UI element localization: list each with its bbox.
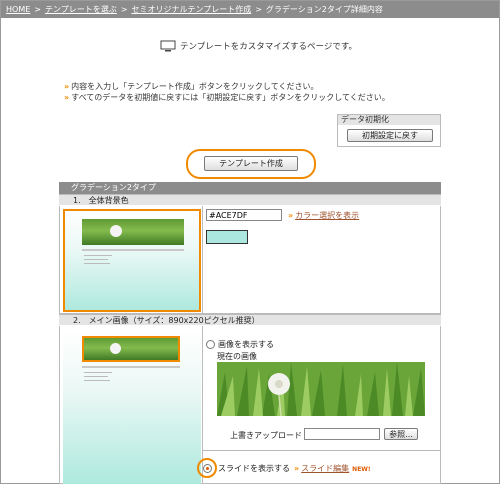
arrow-icon: »	[64, 82, 70, 91]
color-swatch	[206, 230, 248, 244]
data-reset-panel: データ初期化 初期設定に戻す	[337, 114, 441, 147]
upload-file-input[interactable]	[304, 428, 380, 440]
arrow-icon: »	[288, 211, 294, 220]
breadcrumb-separator: >	[120, 5, 128, 14]
preview-header-image	[82, 219, 184, 245]
instructions: » 内容を入力し「テンプレート作成」ボタンをクリックしてください。 » すべてのデー…	[64, 81, 390, 103]
slide-edit-link[interactable]: スライド編集	[301, 464, 349, 473]
new-badge: NEW!	[352, 466, 371, 473]
show-color-picker-link[interactable]: カラー選択を表示	[295, 211, 359, 220]
slide-option: スライドを表示する » スライド編集 NEW!	[218, 463, 371, 474]
color-picker-link: » カラー選択を表示	[288, 210, 359, 221]
overwrite-upload-label: 上書きアップロード	[230, 431, 302, 440]
background-preview-thumbnail	[63, 209, 201, 312]
show-image-radio[interactable]	[206, 340, 215, 349]
breadcrumb-separator: >	[34, 5, 41, 14]
breadcrumb: HOME > テンプレートを選ぶ > セミオリジナルテンプレート作成 > グラデーション2タ…	[1, 1, 499, 18]
browse-button[interactable]: 参照...	[384, 428, 418, 440]
reset-panel-heading: データ初期化	[338, 115, 440, 125]
instruction-line: » すべてのデータを初期値に戻すには「初期設定に戻す」ボタンをクリックしてください…	[64, 93, 390, 102]
main-image-preview-thumbnail	[63, 330, 201, 484]
breadcrumb-home[interactable]: HOME	[6, 5, 30, 14]
page-intro: テンプレートをカスタマイズするページです。	[160, 38, 357, 54]
show-image-label: 画像を表示する	[218, 340, 274, 349]
breadcrumb-semi-original[interactable]: セミオリジナルテンプレート作成	[131, 5, 251, 14]
main-image-highlight	[82, 336, 180, 362]
breadcrumb-current: グラデーション2タイプ詳細内容	[265, 5, 383, 14]
row-heading-background: 2. メイン画像（サイズ：890x220ピクセル推奨）	[59, 314, 441, 325]
create-button-highlight: テンプレート作成	[186, 149, 316, 179]
monitor-icon	[160, 40, 176, 52]
row-heading-background: 1. 全体背景色	[59, 194, 441, 205]
instruction-line: » 内容を入力し「テンプレート作成」ボタンをクリックしてください。	[64, 82, 319, 91]
section-title: グラデーション2タイプ	[59, 182, 441, 194]
arrow-icon: »	[294, 464, 300, 473]
intro-text: テンプレートをカスタマイズするページです。	[180, 42, 357, 52]
create-template-button[interactable]: テンプレート作成	[204, 156, 298, 171]
dandelion-photo	[217, 362, 425, 416]
breadcrumb-separator: >	[255, 5, 262, 14]
current-image-label: 現在の画像	[217, 352, 257, 361]
breadcrumb-select-template[interactable]: テンプレートを選ぶ	[45, 5, 117, 14]
reset-defaults-button[interactable]: 初期設定に戻す	[347, 129, 433, 142]
current-main-image	[217, 362, 425, 416]
arrow-icon: »	[64, 93, 70, 102]
background-color-hex-input[interactable]	[206, 209, 282, 221]
show-slide-label: スライドを表示する	[218, 464, 290, 473]
show-slide-radio[interactable]	[203, 464, 212, 473]
